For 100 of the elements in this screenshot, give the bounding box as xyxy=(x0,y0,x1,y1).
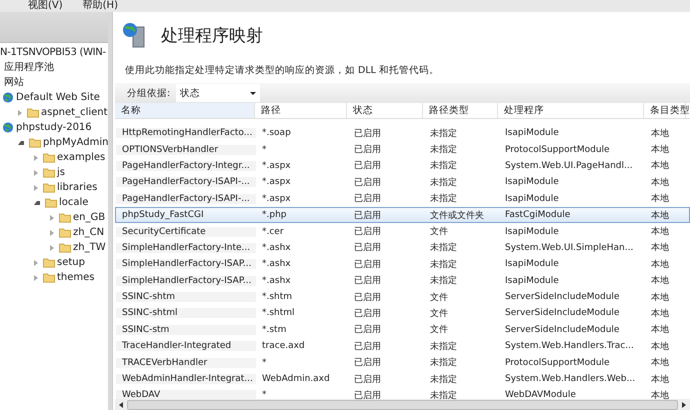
table-cell-text: 未指定 xyxy=(429,128,458,140)
column-header[interactable]: 处理程序 xyxy=(498,103,644,118)
tree-item[interactable]: aspnet_client xyxy=(41,105,108,120)
expander-icon[interactable] xyxy=(34,200,40,204)
table-cell-text: System.Web.Handlers.Web... xyxy=(504,374,636,384)
table-cell-text: 已启用 xyxy=(353,176,382,189)
table-cell-text: 本地 xyxy=(650,258,670,271)
table-row[interactable]: WebDAV * 已启用 未指定 WebDAVModule 本地 xyxy=(115,387,690,399)
table-cell-text: 已启用 xyxy=(353,242,382,254)
table-row[interactable]: phpStudy_FastCGI *.php 已启用 文件或文件夹 FastCgiModule 本地 xyxy=(115,206,690,224)
globe-icon xyxy=(2,92,14,103)
tree-item[interactable]: N-1TSNVOPBI53 (WIN- xyxy=(0,45,108,60)
table-row[interactable]: SimpleHandlerFactory-ISAP... *.ashx 已启用 未指定 IsapiModule 本地 xyxy=(115,256,690,273)
scroll-left-icon[interactable] xyxy=(119,402,123,408)
table-cell: PageHandlerFactory-Integr... xyxy=(116,160,256,171)
folder-icon xyxy=(43,272,55,283)
table-cell-text: *.stm xyxy=(261,324,288,335)
table-cell-text: 本地 xyxy=(650,226,670,238)
table-cell-text: *.shtml xyxy=(261,308,296,318)
tree-item[interactable]: en_GB xyxy=(73,210,106,225)
tree-item[interactable]: Default Web Site xyxy=(16,90,100,105)
table-cell: SimpleHandlerFactory-ISAP... xyxy=(116,276,256,286)
table-cell-text: 未指定 xyxy=(429,160,458,172)
group-by-dropdown[interactable]: 状态 xyxy=(176,84,260,102)
page-title: 处理程序映射 xyxy=(161,24,263,46)
menu-item[interactable]: 视图(V) xyxy=(28,0,63,12)
table-cell-text: 本地 xyxy=(650,374,670,386)
table-row[interactable]: WebAdminHandler-Integrat... WebAdmin.axd 已启用 未指定 System.Web.Handlers.Web... 本地 xyxy=(115,370,690,388)
table-cell-text: 未指定 xyxy=(429,374,458,386)
table-row[interactable]: HttpRemotingHandlerFacto... *.soap 已启用 未指定 IsapiModule 本地 xyxy=(115,125,690,142)
globe-icon xyxy=(2,122,14,133)
table-cell-text: 未指定 xyxy=(429,176,458,189)
table-cell-text: *.aspx xyxy=(261,177,292,188)
table-row[interactable]: TRACEVerbHandler * 已启用 未指定 ProtocolSupportModule 本地 xyxy=(115,354,690,371)
table-cell-text: IsapiModule xyxy=(504,128,560,138)
column-header[interactable]: 路径 xyxy=(255,103,347,118)
column-header[interactable]: 名称 xyxy=(115,103,255,118)
table-row[interactable]: PageHandlerFactory-ISAPI-... *.aspx 已启用 未指定 IsapiModule 本地 xyxy=(115,190,690,207)
table-cell-text: FastCgiModule xyxy=(504,210,572,220)
tree-item[interactable]: 网站 xyxy=(4,75,24,90)
table-cell-text: * xyxy=(261,144,268,155)
folder-icon xyxy=(43,152,55,163)
table-row[interactable]: SimpleHandlerFactory-Inte... *.ashx 已启用 未指定 System.Web.UI.SimpleHan... 本地 xyxy=(115,240,690,256)
table-row[interactable]: SimpleHandlerFactory-ISAP... *.ashx 已启用 未指定 IsapiModule 本地 xyxy=(115,272,690,289)
tree-item[interactable]: setup xyxy=(57,255,85,270)
tree-item[interactable]: themes xyxy=(57,270,95,285)
column-header[interactable]: 路径类型 xyxy=(423,103,498,118)
table-cell-text: 已启用 xyxy=(353,390,382,399)
table-cell: TraceHandler-Integrated xyxy=(116,341,256,352)
table-row[interactable]: SSINC-shtml *.shtml 已启用 文件 ServerSideIncludeModule 本地 xyxy=(115,305,690,322)
table-cell-text: ProtocolSupportModule xyxy=(504,358,611,368)
table-cell-text: 未指定 xyxy=(429,242,458,254)
table-cell-text: 文件或文件夹 xyxy=(429,210,485,222)
table-cell-text: 未指定 xyxy=(429,356,458,370)
table-cell-text: WebDAVModule xyxy=(504,390,577,399)
scroll-right-icon[interactable] xyxy=(682,402,686,408)
folder-icon xyxy=(59,227,71,238)
table-row[interactable]: SSINC-stm *.stm 已启用 文件 ServerSideIncludeModule 本地 xyxy=(115,322,690,338)
table-cell: PageHandlerFactory-ISAPI-... xyxy=(116,194,256,204)
table-cell-text: 本地 xyxy=(650,144,670,156)
table-cell: TRACEVerbHandler xyxy=(116,358,256,368)
table-cell-text: *.ashx xyxy=(261,276,292,286)
tree-item[interactable]: phpMyAdmin xyxy=(43,135,108,150)
menu-item[interactable]: 帮助(H) xyxy=(82,0,118,12)
table-cell-text: 本地 xyxy=(650,160,670,172)
table-row[interactable]: SSINC-shtm *.shtm 已启用 文件 ServerSideIncludeModule 本地 xyxy=(115,288,690,306)
table-cell: HttpRemotingHandlerFacto... xyxy=(116,128,256,138)
expander-icon[interactable] xyxy=(18,140,24,144)
table-cell-text: 本地 xyxy=(650,274,670,288)
tree-item[interactable]: 应用程序池 xyxy=(4,60,54,75)
tree-item[interactable]: libraries xyxy=(57,180,98,195)
tree-item[interactable]: zh_CN xyxy=(73,225,104,240)
table-cell-text: System.Web.UI.PageHandl... xyxy=(504,160,634,171)
folder-icon xyxy=(43,167,55,178)
tree-item[interactable]: zh_TW xyxy=(73,240,106,255)
table-row[interactable]: PageHandlerFactory-Integr... *.aspx 已启用 未指定 System.Web.UI.PageHandl... 本地 xyxy=(115,158,690,174)
table-cell: SimpleHandlerFactory-ISAP... xyxy=(116,259,256,270)
table-cell: SSINC-shtml xyxy=(116,308,256,318)
tree-item[interactable]: phpstudy-2016 xyxy=(16,120,92,135)
table-cell-text: 未指定 xyxy=(429,390,458,399)
table-cell-text: 文件 xyxy=(429,324,449,336)
table-cell-text: IsapiModule xyxy=(504,177,560,188)
table-row[interactable]: TraceHandler-Integrated trace.axd 已启用 未指定 System.Web.Handlers.Trac... 本地 xyxy=(115,338,690,354)
table-row[interactable]: PageHandlerFactory-ISAPI-... *.aspx 已启用 未指定 IsapiModule 本地 xyxy=(115,174,690,191)
tree-item[interactable]: js xyxy=(57,165,65,180)
scrollbar-thumb[interactable] xyxy=(127,400,678,410)
table-cell-text: 本地 xyxy=(650,242,670,254)
table-cell-text: trace.axd xyxy=(261,341,306,352)
table-cell-text: phpStudy_FastCGI xyxy=(121,210,205,220)
table-cell-text: 已启用 xyxy=(353,210,382,222)
column-header[interactable]: 状态 xyxy=(347,103,423,118)
tree-item[interactable]: locale xyxy=(59,195,88,210)
tree-item[interactable]: examples xyxy=(57,150,106,165)
table-cell: PageHandlerFactory-ISAPI-... xyxy=(116,177,256,188)
table-row[interactable]: OPTIONSVerbHandler * 已启用 未指定 ProtocolSupportModule 本地 xyxy=(115,141,690,158)
table-cell-text: IsapiModule xyxy=(504,226,560,237)
table-cell-text: 已启用 xyxy=(353,192,382,206)
table-cell-text: 已启用 xyxy=(353,258,382,271)
table-cell-text: System.Web.UI.SimpleHan... xyxy=(504,242,634,253)
table-row[interactable]: SecurityCertificate *.cer 已启用 文件 IsapiModule 本地 xyxy=(115,223,690,240)
